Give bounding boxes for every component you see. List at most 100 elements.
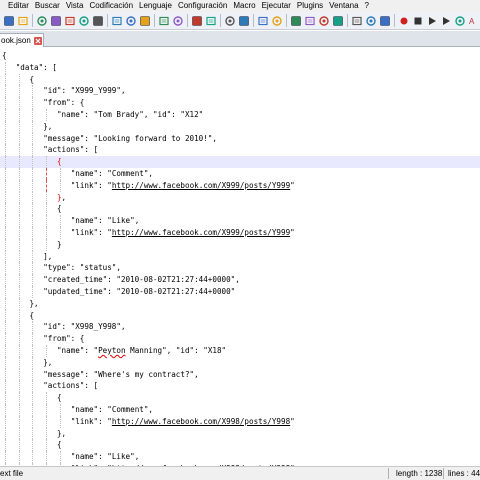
url-link[interactable]: http://www.facebook.com/X998/posts/Y998: [112, 417, 290, 426]
folder-workspace-icon[interactable]: [379, 15, 391, 27]
indent-guide: [18, 156, 20, 168]
indent-guide: [32, 356, 34, 369]
zoom-out-icon[interactable]: [238, 15, 250, 27]
indent-guide: [4, 451, 6, 463]
tab-close-icon[interactable]: [33, 36, 42, 45]
code-text: "id": "X998_Y998",: [43, 321, 125, 333]
zoom-in-icon[interactable]: [224, 15, 236, 27]
indent-guide: [32, 404, 34, 416]
indent-guide: [46, 109, 48, 121]
code-text: "link": "http://www.facebook.com/X998/po…: [71, 416, 295, 428]
menu-item[interactable]: Lenguaje: [136, 0, 175, 12]
code-token: "updated_time": "2010-08-02T21:27:44+000…: [43, 287, 236, 296]
menu-item[interactable]: Macro: [230, 0, 258, 12]
code-token: ,: [61, 192, 67, 202]
word-wrap-icon[interactable]: [290, 15, 302, 27]
indent-guide: [32, 451, 34, 463]
menu-item[interactable]: Ventana: [326, 0, 361, 12]
close-all-icon[interactable]: [78, 15, 90, 27]
print-icon[interactable]: [92, 15, 104, 27]
indent-guide: [18, 439, 20, 452]
code-text: "link": "http://www.facebook.com/X999/po…: [71, 227, 295, 239]
menu-item[interactable]: ?: [362, 0, 372, 12]
function-list-icon[interactable]: [365, 15, 377, 27]
code-token: "id": "X998_Y998",: [43, 322, 126, 332]
url-link[interactable]: http://www.facebook.com/X999/posts/Y999: [112, 181, 290, 190]
menu-item[interactable]: Codificación: [86, 0, 136, 12]
code-line: "name": "Peyton Manning", "id": "X18": [0, 345, 480, 357]
status-divider: [388, 468, 389, 479]
copy-icon[interactable]: [125, 15, 137, 27]
sync-vertical-icon[interactable]: [257, 15, 269, 27]
code-text: "name": "Like",: [71, 451, 140, 463]
save-icon[interactable]: [36, 15, 48, 27]
menu-item[interactable]: Ejecutar: [259, 0, 294, 12]
code-line: {: [0, 309, 480, 322]
code-token: "message": "Where's my contract?",: [43, 369, 199, 379]
indent-guide: [46, 179, 48, 192]
indent-guide: [46, 392, 48, 404]
run-macro-icon[interactable]: [440, 15, 452, 27]
indent-guide: [4, 321, 6, 334]
menu-item[interactable]: Buscar: [32, 0, 63, 12]
toolbar-separator: [187, 14, 188, 27]
code-text: "updated_time": "2010-08-02T21:27:44+000…: [43, 286, 235, 298]
play-macro-icon[interactable]: [426, 15, 438, 27]
paste-icon[interactable]: [139, 15, 151, 27]
indent-guide: [18, 451, 20, 463]
user-lang-icon[interactable]: [332, 15, 344, 27]
record-macro-icon[interactable]: [398, 15, 410, 27]
indent-guide: [18, 203, 20, 216]
toolbar-separator: [286, 14, 287, 27]
code-text: {: [29, 310, 34, 322]
open-file-icon[interactable]: [17, 15, 29, 27]
indent-guide: [32, 321, 34, 334]
menu-item[interactable]: Plugins: [294, 0, 326, 12]
undo-icon[interactable]: [158, 15, 170, 27]
save-macro-icon[interactable]: [454, 15, 466, 27]
menu-item[interactable]: Vista: [63, 0, 87, 12]
show-all-chars-icon[interactable]: [304, 15, 316, 27]
menu-item[interactable]: Editar: [0, 0, 32, 12]
code-text: "id": "X999_Y999",: [43, 85, 125, 97]
redo-icon[interactable]: [172, 15, 184, 27]
indent-guide: [46, 215, 48, 227]
url-link[interactable]: http://www.facebook.com/X999/posts/Y999: [112, 228, 290, 237]
indent-guide-icon[interactable]: [318, 15, 330, 27]
indent-guide: [18, 227, 20, 239]
code-token: "name": "Tom Brady", "id": "X12": [56, 110, 204, 119]
indent-guide: [4, 297, 6, 310]
code-line: {: [0, 73, 480, 86]
replace-icon[interactable]: [205, 15, 217, 27]
sync-horizontal-icon[interactable]: [271, 15, 283, 27]
code-token: "actions": [: [43, 145, 99, 155]
new-file-icon[interactable]: [3, 15, 15, 27]
indent-guide: [4, 215, 6, 227]
menu-item[interactable]: Configuración: [175, 0, 230, 12]
toolbar-separator: [253, 14, 254, 27]
spell-check-icon[interactable]: A: [468, 15, 480, 27]
indent-guide: [59, 451, 61, 463]
cut-icon[interactable]: [111, 15, 123, 27]
doc-map-icon[interactable]: [351, 15, 363, 27]
code-token: "link": ": [70, 228, 112, 237]
indent-guide: [4, 333, 6, 345]
find-icon[interactable]: [191, 15, 203, 27]
tab-strip: ook.json: [0, 31, 480, 47]
indent-guide: [4, 132, 6, 145]
indent-guide: [59, 415, 61, 428]
stop-macro-icon[interactable]: [412, 15, 424, 27]
close-icon[interactable]: [64, 15, 76, 27]
code-token: {: [56, 204, 62, 214]
code-token: {: [56, 157, 62, 167]
indent-guide: [46, 203, 48, 216]
indent-guide: [4, 61, 6, 74]
indent-guide: [59, 404, 61, 416]
indent-guide: [18, 109, 20, 121]
save-all-icon[interactable]: [50, 15, 62, 27]
tab-json-file[interactable]: ook.json: [0, 33, 44, 47]
code-text: }: [57, 239, 62, 251]
code-text: "name": "Like",: [71, 215, 140, 227]
indent-guide: [32, 227, 34, 239]
text-editor[interactable]: {"data": [{"id": "X999_Y999", "from": {"n…: [0, 47, 480, 466]
